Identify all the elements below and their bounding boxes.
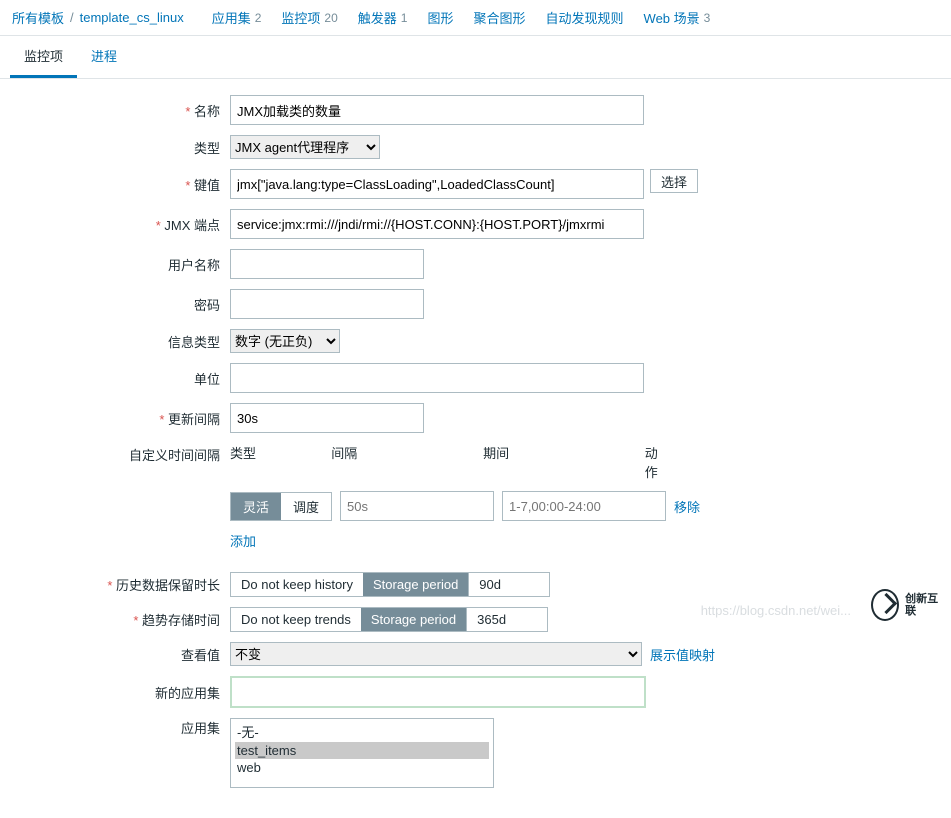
label-custom-intervals: 自定义时间间隔 — [10, 443, 230, 464]
top-nav: 所有模板 / template_cs_linux 应用集 2 监控项 20 触发… — [0, 0, 951, 36]
history-value[interactable]: 90d — [469, 572, 550, 597]
tab-screens-label: 聚合图形 — [474, 8, 526, 27]
nav-tabs: 应用集 2 监控项 20 触发器 1 图形 聚合图形 自动发现规则 Web 场景… — [202, 6, 721, 29]
sub-nav: 监控项 进程 — [0, 36, 951, 79]
password-input[interactable] — [230, 289, 424, 319]
history-none[interactable]: Do not keep history — [231, 573, 363, 596]
interval-period-input[interactable] — [502, 491, 666, 521]
logo-text: 创新互联 — [905, 593, 943, 617]
label-show-value: 查看值 — [10, 645, 230, 664]
breadcrumb-root[interactable]: 所有模板 — [12, 8, 64, 27]
label-trends: 趋势存储时间 — [10, 610, 230, 629]
tab-web-label: Web 场景 — [644, 8, 700, 27]
trends-toggle: Do not keep trends Storage period — [230, 607, 467, 632]
label-applications: 应用集 — [10, 718, 230, 737]
trends-value[interactable]: 365d — [467, 607, 548, 632]
type-select[interactable]: JMX agent代理程序 — [230, 135, 380, 159]
interval-type-scheduling[interactable]: 调度 — [281, 493, 331, 520]
name-input[interactable] — [230, 95, 644, 125]
tab-triggers-label: 触发器 — [358, 8, 397, 27]
interval-col-period: 期间 — [483, 443, 645, 481]
logo-icon — [871, 589, 899, 621]
interval-col-interval: 间隔 — [331, 443, 483, 481]
tab-discovery[interactable]: 自动发现规则 — [536, 6, 634, 29]
breadcrumb: 所有模板 / template_cs_linux — [12, 8, 184, 27]
history-period[interactable]: Storage period — [363, 573, 468, 596]
interval-col-type: 类型 — [230, 443, 331, 481]
breadcrumb-separator: / — [70, 10, 74, 25]
interval-add-link[interactable]: 添加 — [230, 534, 256, 549]
username-input[interactable] — [230, 249, 424, 279]
breadcrumb-template[interactable]: template_cs_linux — [80, 10, 184, 25]
interval-delay-input[interactable] — [340, 491, 494, 521]
tab-screens[interactable]: 聚合图形 — [464, 6, 536, 29]
app-option-none[interactable]: -无- — [235, 721, 489, 742]
label-name: 名称 — [10, 101, 230, 120]
history-toggle: Do not keep history Storage period — [230, 572, 469, 597]
label-history: 历史数据保留时长 — [10, 575, 230, 594]
tab-items[interactable]: 监控项 20 — [271, 6, 347, 29]
label-password: 密码 — [10, 295, 230, 314]
interval-col-action: 动作 — [645, 443, 670, 481]
applications-listbox[interactable]: -无- test_items web — [230, 718, 494, 788]
label-info-type: 信息类型 — [10, 332, 230, 351]
tab-web[interactable]: Web 场景 3 — [634, 6, 721, 29]
interval-type-flexible[interactable]: 灵活 — [231, 493, 281, 520]
show-value-map-link[interactable]: 展示值映射 — [650, 645, 715, 664]
interval-row: 灵活 调度 移除 — [230, 491, 700, 521]
interval-remove-link[interactable]: 移除 — [674, 497, 700, 516]
update-interval-input[interactable] — [230, 403, 424, 433]
label-update-interval: 更新间隔 — [10, 409, 230, 428]
label-new-application: 新的应用集 — [10, 683, 230, 702]
tab-web-count: 3 — [704, 11, 711, 25]
trends-period[interactable]: Storage period — [361, 608, 466, 631]
label-unit: 单位 — [10, 369, 230, 388]
new-application-input[interactable] — [230, 676, 646, 708]
trends-none[interactable]: Do not keep trends — [231, 608, 361, 631]
interval-type-segment: 灵活 调度 — [230, 492, 332, 521]
tab-triggers[interactable]: 触发器 1 — [348, 6, 418, 29]
app-option-test-items[interactable]: test_items — [235, 742, 489, 759]
label-key: 键值 — [10, 175, 230, 194]
show-value-select[interactable]: 不变 — [230, 642, 642, 666]
item-form: 名称 类型 JMX agent代理程序 键值 选择 JMX 端点 用户名称 密码… — [0, 79, 951, 818]
tab-applications-label: 应用集 — [212, 8, 251, 27]
subtab-process[interactable]: 进程 — [77, 36, 131, 78]
interval-header: 类型 间隔 期间 动作 — [230, 443, 670, 481]
tab-graphs[interactable]: 图形 — [417, 6, 463, 29]
tab-items-label: 监控项 — [281, 8, 320, 27]
jmx-endpoint-input[interactable] — [230, 209, 644, 239]
tab-applications[interactable]: 应用集 2 — [202, 6, 272, 29]
subtab-item[interactable]: 监控项 — [10, 36, 77, 78]
label-jmx-endpoint: JMX 端点 — [10, 215, 230, 234]
tab-discovery-label: 自动发现规则 — [546, 8, 624, 27]
tab-triggers-count: 1 — [401, 11, 408, 25]
select-button[interactable]: 选择 — [650, 169, 698, 193]
tab-applications-count: 2 — [255, 11, 262, 25]
label-type: 类型 — [10, 138, 230, 157]
tab-items-count: 20 — [324, 11, 337, 25]
info-type-select[interactable]: 数字 (无正负) — [230, 329, 340, 353]
unit-input[interactable] — [230, 363, 644, 393]
key-input[interactable] — [230, 169, 644, 199]
corner-logo: 创新互联 — [871, 588, 943, 622]
label-username: 用户名称 — [10, 255, 230, 274]
app-option-web[interactable]: web — [235, 759, 489, 776]
tab-graphs-label: 图形 — [427, 8, 453, 27]
